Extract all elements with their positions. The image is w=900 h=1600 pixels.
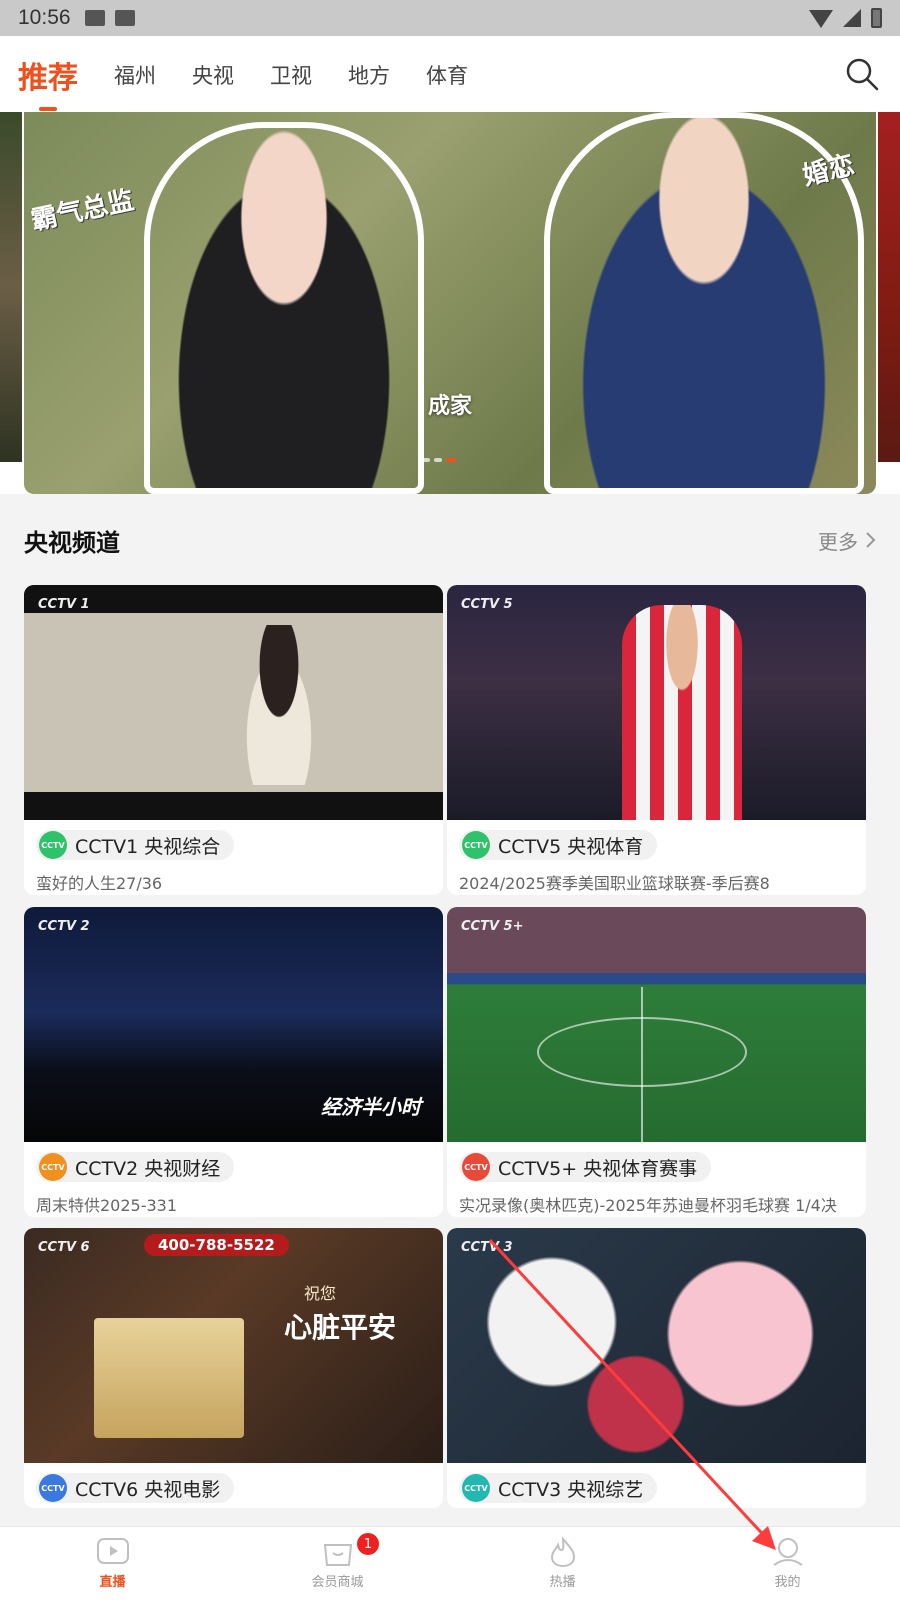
channel-name: CCTV3 央视综艺	[498, 1478, 644, 1501]
tab-me-label: 我的	[774, 1575, 801, 1590]
channel-name: CCTV5 央视体育	[498, 835, 644, 858]
banner-pagination	[422, 458, 456, 462]
channel-thumbnail: CCTV 5+	[447, 907, 866, 1142]
channel-chip: CCTV CCTV1 央视综合	[36, 830, 235, 860]
pitch-center-line	[641, 987, 643, 1142]
cctv6-ad-hotline: 400-788-5522	[144, 1234, 289, 1256]
flame-icon	[550, 1537, 575, 1567]
notification-icons	[84, 10, 135, 26]
banner-actress-image	[144, 122, 424, 494]
channel-logo-icon: CCTV	[39, 831, 67, 859]
channel-logo-icon: CCTV	[462, 1153, 490, 1181]
channel-card-cctv2[interactable]: CCTV 2 经济半小时 CCTV CCTV2 央视财经 周末特供2025-33…	[24, 907, 443, 1217]
more-link[interactable]: 更多	[818, 526, 876, 555]
channel-name: CCTV1 央视综合	[75, 835, 221, 858]
channel-chip: CCTV CCTV6 央视电影	[36, 1473, 235, 1503]
channel-card-cctv5[interactable]: CCTV 5 CCTV CCTV5 央视体育 2024/2025赛季美国职业篮球…	[447, 585, 866, 895]
channel-card-cctv1[interactable]: CCTV 1 CCTV CCTV1 央视综合 蛮好的人生27/36	[24, 585, 443, 895]
banner-slide[interactable]: 霸气总监 婚恋 成家	[24, 112, 876, 494]
notification-badge: 1	[355, 1531, 381, 1557]
section-header: 央视频道 更多	[24, 512, 876, 568]
search-icon[interactable]	[844, 56, 880, 92]
channel-thumbnail: CCTV 1	[24, 585, 443, 820]
channel-logo-icon: CCTV	[39, 1474, 67, 1502]
cctv6-ad-slogan: 心脏平安	[284, 1311, 397, 1344]
tab-trending[interactable]: 热播	[450, 1527, 675, 1600]
channel-thumbnail: CCTV 5	[447, 585, 866, 820]
bottom-tab-bar: 直播 1 会员商城 热播 我的	[0, 1526, 900, 1600]
channel-logo-icon: CCTV	[462, 831, 490, 859]
channel-name: CCTV6 央视电影	[75, 1478, 221, 1501]
play-icon	[96, 1538, 129, 1564]
banner-next-peek[interactable]	[878, 112, 900, 462]
tab-cctv[interactable]: 央视	[192, 58, 234, 90]
section-title: 央视频道	[24, 528, 120, 557]
channel-thumbnail: CCTV 3	[447, 1228, 866, 1463]
tab-member-mall[interactable]: 1 会员商城	[225, 1527, 450, 1600]
cctv6-logo: CCTV 6	[38, 1240, 90, 1255]
channel-logo-icon: CCTV	[462, 1474, 490, 1502]
wifi-icon	[809, 10, 833, 28]
shopping-bag-icon	[323, 1544, 352, 1566]
cctv2-program-overlay: 经济半小时	[321, 1095, 421, 1119]
tab-fuzhou[interactable]: 福州	[114, 58, 156, 90]
tab-member-mall-label: 会员商城	[311, 1575, 364, 1590]
tab-local[interactable]: 地方	[348, 58, 390, 90]
tab-satellite[interactable]: 卫视	[270, 58, 312, 90]
cctv6-ad-pre: 祝您	[304, 1284, 337, 1303]
channel-card-cctv6[interactable]: 400-788-5522 祝您 心脏平安 CCTV 6 CCTV CCTV6 央…	[24, 1228, 443, 1508]
program-title: 蛮好的人生27/36	[36, 874, 163, 893]
pagination-dot	[434, 458, 442, 462]
cctv1-logo: CCTV 1	[38, 597, 90, 612]
pagination-dot-active	[446, 458, 456, 462]
chevron-right-icon	[866, 532, 876, 548]
channel-chip: CCTV CCTV3 央视综艺	[459, 1473, 658, 1503]
signal-icon	[843, 9, 861, 27]
banner-prev-peek[interactable]	[0, 112, 22, 462]
battery-icon	[871, 8, 882, 28]
channel-logo-icon: CCTV	[39, 1153, 67, 1181]
banner-carousel[interactable]: 霸气总监 婚恋 成家	[0, 112, 900, 494]
cctv5-player-figure	[622, 605, 742, 820]
channel-name: CCTV2 央视财经	[75, 1157, 221, 1180]
pagination-dot	[422, 458, 430, 462]
user-icon	[772, 1538, 803, 1566]
channel-card-cctv3[interactable]: CCTV 3 CCTV CCTV3 央视综艺	[447, 1228, 866, 1508]
tab-live-label: 直播	[99, 1575, 126, 1590]
cctv6-ad-product-box	[94, 1318, 244, 1438]
more-label: 更多	[818, 529, 858, 554]
clock: 10:56	[18, 6, 71, 29]
channel-thumbnail: 400-788-5522 祝您 心脏平安 CCTV 6	[24, 1228, 443, 1463]
channel-thumbnail: CCTV 2 经济半小时	[24, 907, 443, 1142]
cctv2-logo: CCTV 2	[38, 919, 90, 934]
program-title: 周末特供2025-331	[36, 1196, 178, 1215]
cctv1-scene-figure	[234, 625, 324, 785]
program-title: 2024/2025赛季美国职业篮球联赛-季后赛8	[459, 874, 770, 893]
banner-deco-text-left: 霸气总监	[28, 185, 137, 237]
cctv5plus-logo: CCTV 5+	[461, 919, 524, 934]
app-notification-icon	[114, 10, 135, 26]
category-tabs: 推荐 福州 央视 卫视 地方 体育	[0, 36, 900, 112]
image-notification-icon	[84, 10, 105, 26]
channel-name: CCTV5+ 央视体育赛事	[498, 1157, 698, 1180]
channel-chip: CCTV CCTV5 央视体育	[459, 830, 658, 860]
tab-me[interactable]: 我的	[675, 1527, 900, 1600]
tab-trending-label: 热播	[549, 1575, 576, 1590]
system-icons	[809, 8, 882, 28]
program-title: 实况录像(奥林匹克)-2025年苏迪曼杯羽毛球赛 1/4决	[459, 1196, 837, 1215]
channel-chip: CCTV CCTV5+ 央视体育赛事	[459, 1152, 712, 1182]
status-bar: 10:56	[0, 0, 900, 36]
tab-recommend[interactable]: 推荐	[18, 51, 78, 97]
tab-sports[interactable]: 体育	[426, 58, 468, 90]
banner-title: 成家	[427, 394, 472, 419]
cctv3-logo: CCTV 3	[461, 1240, 513, 1255]
channel-card-cctv5plus[interactable]: CCTV 5+ CCTV CCTV5+ 央视体育赛事 实况录像(奥林匹克)-20…	[447, 907, 866, 1217]
cctv5-logo: CCTV 5	[461, 597, 513, 612]
tab-live[interactable]: 直播	[0, 1527, 225, 1600]
channel-chip: CCTV CCTV2 央视财经	[36, 1152, 235, 1182]
